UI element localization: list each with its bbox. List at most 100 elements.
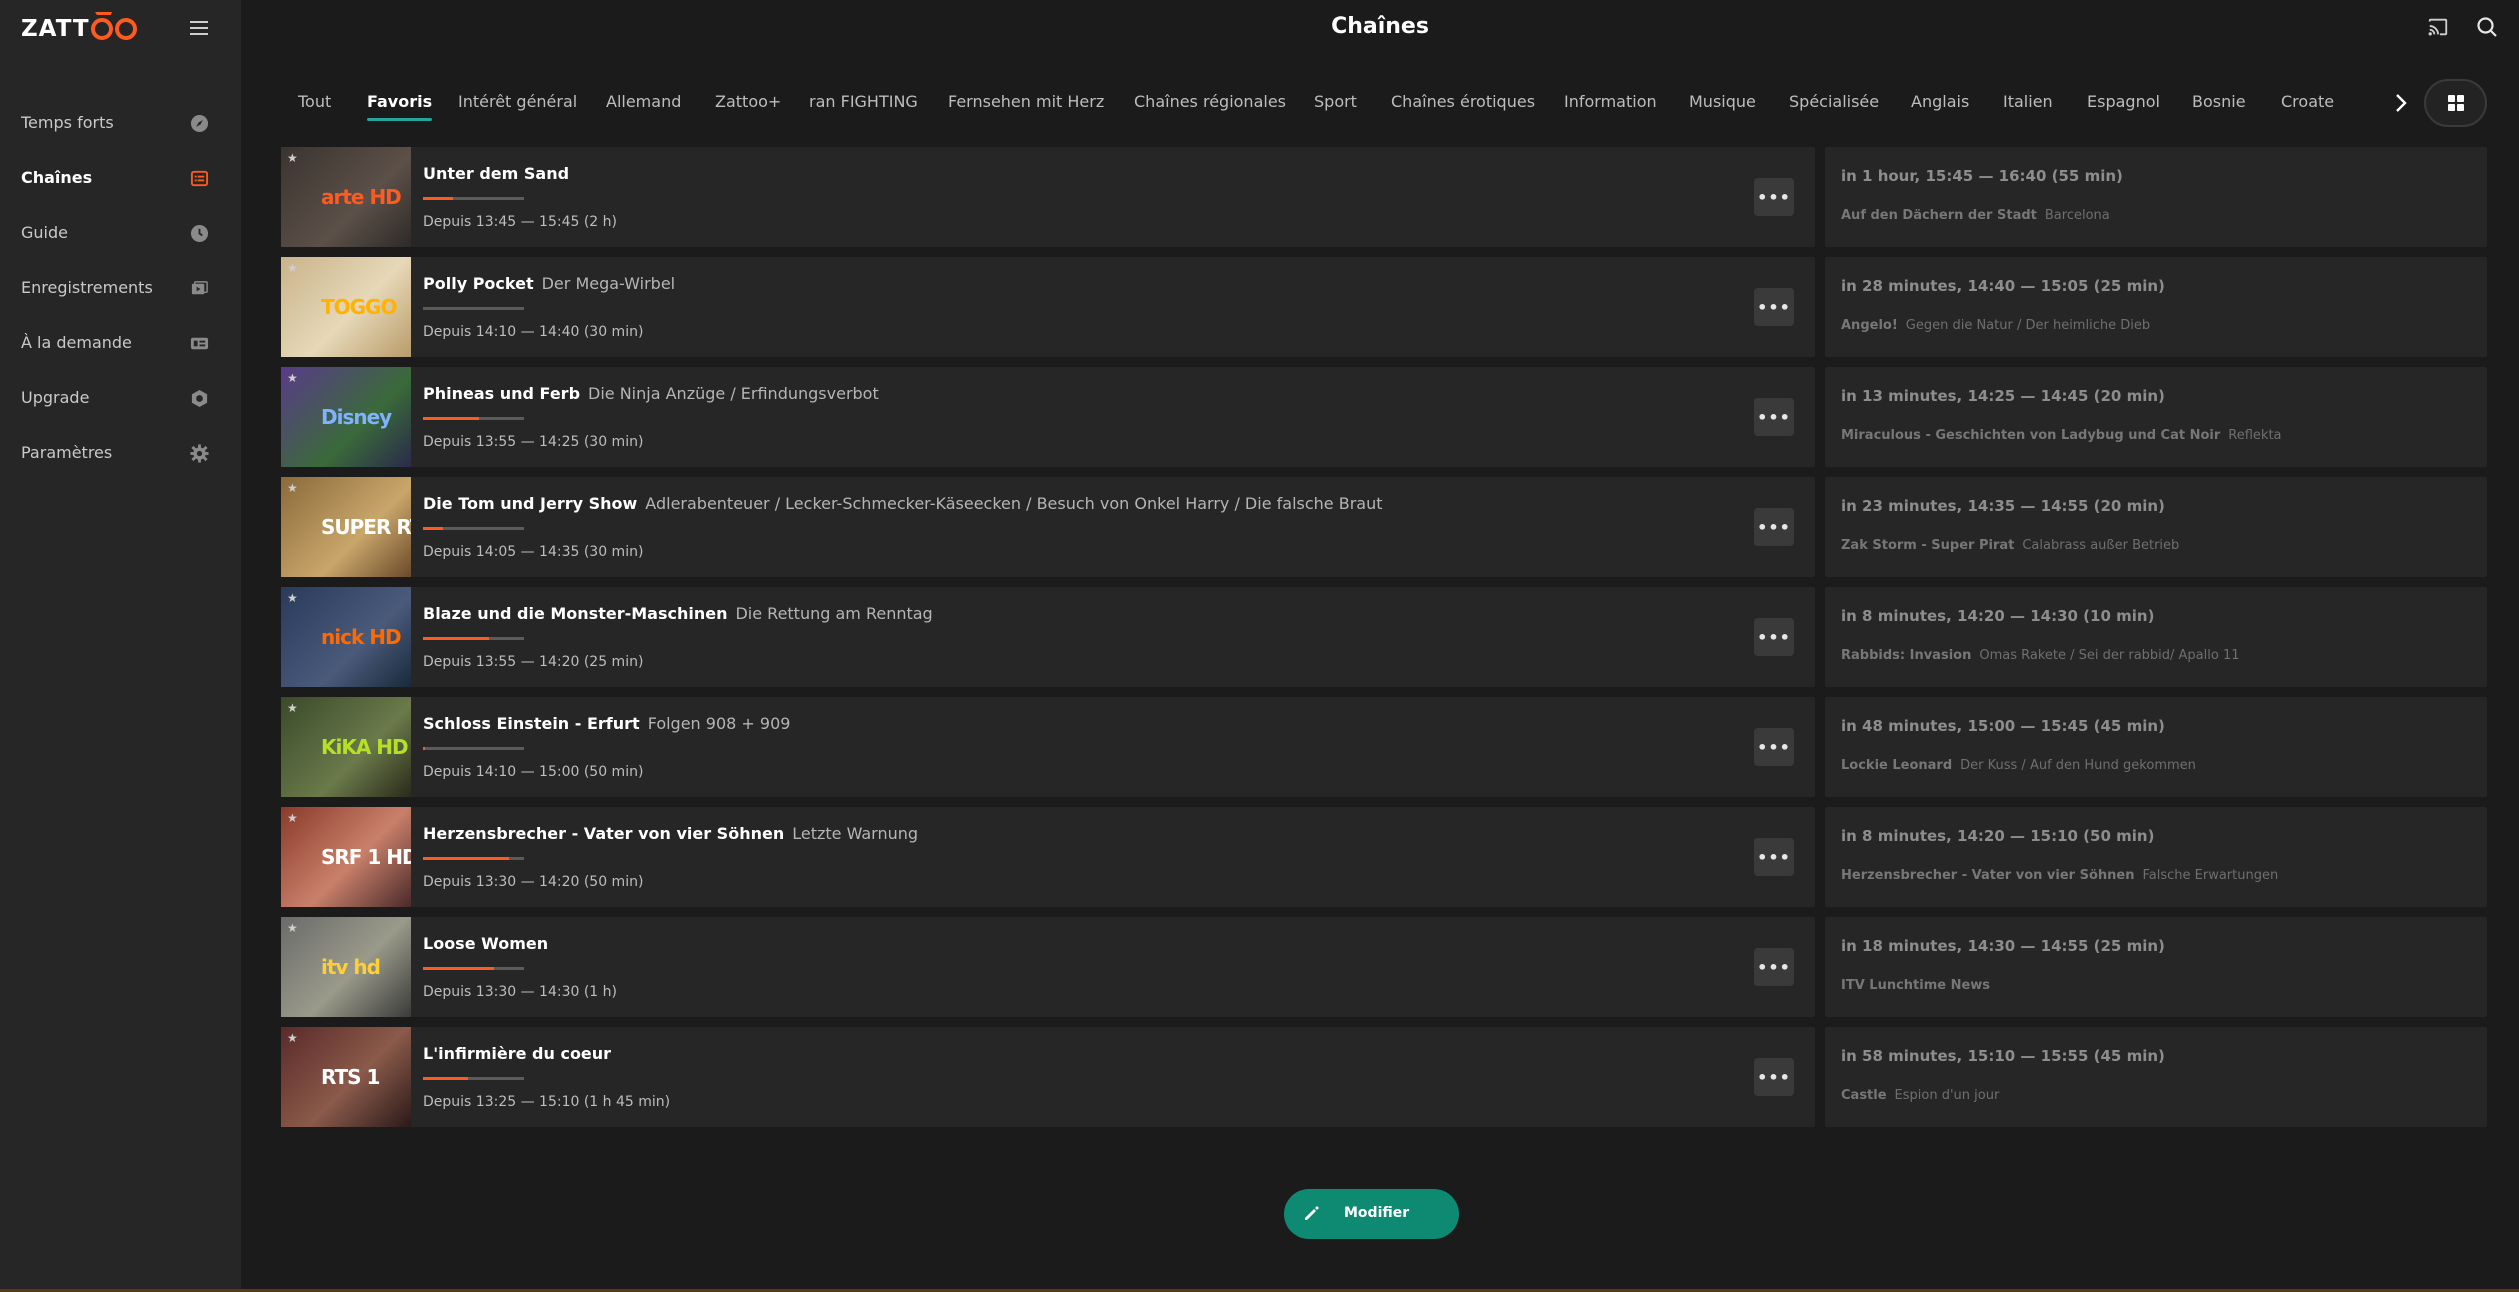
current-program-card[interactable]: ★ arte HD Unter dem Sand Depuis 13:45 — 15:… xyxy=(281,147,1815,247)
tab-musique[interactable]: Musique xyxy=(1689,92,1756,111)
channel-thumbnail[interactable]: ★ Disney xyxy=(281,367,411,467)
tab-information[interactable]: Information xyxy=(1564,92,1657,111)
current-program-card[interactable]: ★ RTS 1 L'infirmière du coeur Depuis 13:25 … xyxy=(281,1027,1815,1127)
more-dots-icon: ••• xyxy=(1757,847,1791,867)
channel-thumbnail[interactable]: ★ KiKA HD xyxy=(281,697,411,797)
more-options-button[interactable]: ••• xyxy=(1754,838,1794,876)
channel-thumbnail[interactable]: ★ SRF 1 HD xyxy=(281,807,411,907)
tab-tout[interactable]: Tout xyxy=(298,92,331,111)
next-program-card[interactable]: in 18 minutes, 14:30 — 14:55 (25 min) ITV… xyxy=(1825,917,2487,1017)
more-dots-icon: ••• xyxy=(1757,297,1791,317)
favorite-star-icon: ★ xyxy=(287,261,298,275)
channel-logo: KiKA HD xyxy=(321,735,409,759)
current-program-card[interactable]: ★ TOGGO Polly Pocket Der Mega-Wirbel Depuis … xyxy=(281,257,1815,357)
next-episode-title: Calabrass außer Betrieb xyxy=(2022,538,2180,553)
sidebar-item-à-la-demande[interactable]: À la demande xyxy=(0,315,241,370)
next-program-card[interactable]: in 8 minutes, 14:20 — 15:10 (50 min) Herz… xyxy=(1825,807,2487,907)
channel-list: ★ arte HD Unter dem Sand Depuis 13:45 — 15:… xyxy=(281,147,2487,1137)
tab-croate[interactable]: Croate xyxy=(2281,92,2334,111)
program-progress-bar xyxy=(423,417,524,420)
tabs-scroll-right-button[interactable] xyxy=(2388,88,2414,118)
more-options-button[interactable]: ••• xyxy=(1754,178,1794,216)
program-progress-fill xyxy=(423,417,479,420)
recordings-icon xyxy=(190,279,209,298)
next-program-title: Herzensbrecher - Vater von vier Söhnen xyxy=(1841,868,2135,883)
tab-ran-fighting[interactable]: ran FIGHTING xyxy=(809,92,918,111)
next-program-card[interactable]: in 23 minutes, 14:35 — 14:55 (20 min) Zak… xyxy=(1825,477,2487,577)
next-episode-title: Gegen die Natur / Der heimliche Dieb xyxy=(1905,318,2151,333)
next-episode-title: Espion d'un jour xyxy=(1894,1088,2000,1103)
current-program-card[interactable]: ★ Disney Phineas und Ferb Die Ninja Anzüge … xyxy=(281,367,1815,467)
sidebar-item-chaînes[interactable]: Chaînes xyxy=(0,150,241,205)
tab-favoris[interactable]: Favoris xyxy=(367,92,433,121)
program-title: Schloss Einstein - Erfurt xyxy=(423,714,640,733)
current-program-card[interactable]: ★ KiKA HD Schloss Einstein - Erfurt Folgen … xyxy=(281,697,1815,797)
next-program-title: Rabbids: Invasion xyxy=(1841,648,1972,663)
more-options-button[interactable]: ••• xyxy=(1754,508,1794,546)
tab-intérêt-général[interactable]: Intérêt général xyxy=(458,92,577,111)
channel-thumbnail[interactable]: ★ SUPER RTL xyxy=(281,477,411,577)
sidebar-item-label: Enregistrements xyxy=(21,278,153,297)
tab-allemand[interactable]: Allemand xyxy=(606,92,681,111)
program-time: Depuis 13:55 — 14:20 (25 min) xyxy=(423,654,644,670)
current-program-card[interactable]: ★ SRF 1 HD Herzensbrecher - Vater von vier… xyxy=(281,807,1815,907)
channel-row: ★ nick HD Blaze und die Monster-Maschinen D… xyxy=(281,587,2487,697)
next-program-card[interactable]: in 1 hour, 15:45 — 16:40 (55 min) Auf den… xyxy=(1825,147,2487,247)
current-program-card[interactable]: ★ itv hd Loose Women Depuis 13:30 — 14:30 (… xyxy=(281,917,1815,1017)
tab-bosnie[interactable]: Bosnie xyxy=(2192,92,2246,111)
program-progress-bar xyxy=(423,857,524,860)
next-program-card[interactable]: in 58 minutes, 15:10 — 15:55 (45 min) Cas… xyxy=(1825,1027,2487,1127)
sidebar-item-paramètres[interactable]: Paramètres xyxy=(0,425,241,480)
sidebar-item-enregistrements[interactable]: Enregistrements xyxy=(0,260,241,315)
program-time: Depuis 13:30 — 14:20 (50 min) xyxy=(423,874,644,890)
upgrade-icon xyxy=(190,389,209,408)
sidebar-item-guide[interactable]: Guide xyxy=(0,205,241,260)
search-icon[interactable] xyxy=(2475,15,2499,39)
tab-chaînes-érotiques[interactable]: Chaînes érotiques xyxy=(1391,92,1535,111)
hamburger-menu-icon[interactable] xyxy=(190,16,212,40)
sidebar-item-label: Upgrade xyxy=(21,388,90,407)
more-options-button[interactable]: ••• xyxy=(1754,948,1794,986)
tab-fernsehen-mit-herz[interactable]: Fernsehen mit Herz xyxy=(948,92,1104,111)
more-options-button[interactable]: ••• xyxy=(1754,288,1794,326)
cast-icon[interactable] xyxy=(2427,16,2449,38)
episode-title: Folgen 908 + 909 xyxy=(647,714,791,733)
program-progress-fill xyxy=(423,857,509,860)
channel-thumbnail[interactable]: ★ RTS 1 xyxy=(281,1027,411,1127)
next-program-card[interactable]: in 28 minutes, 14:40 — 15:05 (25 min) Ang… xyxy=(1825,257,2487,357)
tab-sport[interactable]: Sport xyxy=(1314,92,1357,111)
tab-italien[interactable]: Italien xyxy=(2003,92,2053,111)
sidebar-item-temps-forts[interactable]: Temps forts xyxy=(0,95,241,150)
tab-spécialisée[interactable]: Spécialisée xyxy=(1789,92,1879,111)
sidebar-item-upgrade[interactable]: Upgrade xyxy=(0,370,241,425)
top-bar: Chaînes xyxy=(241,0,2519,58)
next-program-card[interactable]: in 48 minutes, 15:00 — 15:45 (45 min) Loc… xyxy=(1825,697,2487,797)
grid-view-toggle[interactable] xyxy=(2424,79,2487,127)
channel-thumbnail[interactable]: ★ itv hd xyxy=(281,917,411,1017)
channel-thumbnail[interactable]: ★ nick HD xyxy=(281,587,411,687)
tab-zattoo-[interactable]: Zattoo+ xyxy=(715,92,781,111)
tab-chaînes-régionales[interactable]: Chaînes régionales xyxy=(1134,92,1286,111)
more-options-button[interactable]: ••• xyxy=(1754,728,1794,766)
channel-thumbnail[interactable]: ★ TOGGO xyxy=(281,257,411,357)
tab-espagnol[interactable]: Espagnol xyxy=(2087,92,2160,111)
program-title-line: Blaze und die Monster-Maschinen Die Rettu… xyxy=(423,604,933,623)
current-program-card[interactable]: ★ SUPER RTL Die Tom und Jerry Show Adlerabe… xyxy=(281,477,1815,577)
tab-anglais[interactable]: Anglais xyxy=(1911,92,1969,111)
channel-thumbnail[interactable]: ★ arte HD xyxy=(281,147,411,247)
current-program-card[interactable]: ★ nick HD Blaze und die Monster-Maschinen D… xyxy=(281,587,1815,687)
next-program-line: Auf den Dächern der Stadt Barcelona xyxy=(1841,208,2110,223)
next-program-card[interactable]: in 8 minutes, 14:20 — 14:30 (10 min) Rabb… xyxy=(1825,587,2487,687)
zattoo-logo[interactable]: ZATT xyxy=(21,14,138,44)
more-options-button[interactable]: ••• xyxy=(1754,1058,1794,1096)
modify-button[interactable]: Modifier xyxy=(1284,1189,1459,1239)
channel-row: ★ Disney Phineas und Ferb Die Ninja Anzüge … xyxy=(281,367,2487,477)
program-title: Herzensbrecher - Vater von vier Söhnen xyxy=(423,824,785,843)
on-demand-icon xyxy=(190,334,209,353)
next-program-card[interactable]: in 13 minutes, 14:25 — 14:45 (20 min) Mir… xyxy=(1825,367,2487,467)
more-options-button[interactable]: ••• xyxy=(1754,618,1794,656)
program-title-line: Schloss Einstein - Erfurt Folgen 908 + 90… xyxy=(423,714,790,733)
more-options-button[interactable]: ••• xyxy=(1754,398,1794,436)
next-program-time: in 13 minutes, 14:25 — 14:45 (20 min) xyxy=(1841,387,2165,405)
next-episode-title: Omas Rakete / Sei der rabbid/ Apallo 11 xyxy=(1979,648,2240,663)
